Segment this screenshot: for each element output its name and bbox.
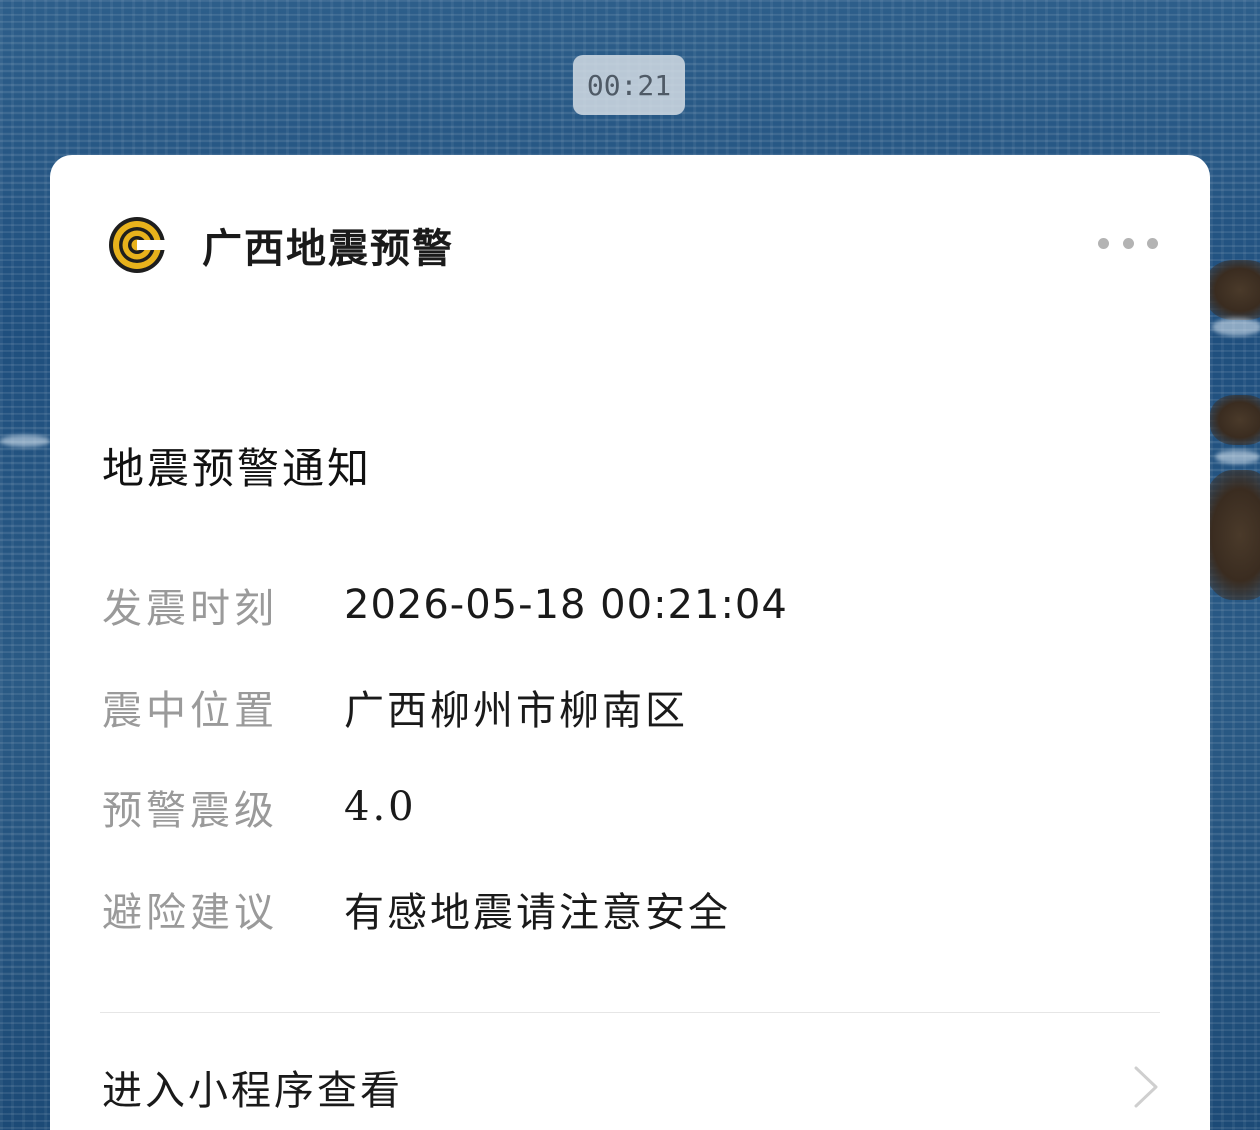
info-value: 有感地震请注意安全 (344, 890, 731, 936)
info-label: 预警震级 (102, 788, 278, 834)
more-dots-icon[interactable] (1098, 233, 1158, 253)
background-foam (0, 435, 50, 447)
card-divider (100, 1012, 1160, 1013)
chevron-right-icon (1134, 1066, 1158, 1108)
info-label: 发震时刻 (102, 586, 278, 632)
message-timestamp: 00:21 (573, 55, 685, 115)
more-dot (1098, 237, 1109, 249)
timestamp-text: 00:21 (586, 68, 672, 102)
notice-title: 地震预警通知 (102, 444, 373, 493)
notification-card[interactable]: 广西地震预警 地震预警通知 发震时刻 2026-05-18 00:21:04 震… (50, 155, 1210, 1130)
background-foam (1212, 318, 1260, 336)
info-value: 2026-05-18 00:21:04 (344, 582, 788, 628)
more-dot (1147, 237, 1158, 249)
open-mini-program-link[interactable]: 进入小程序查看 (102, 1057, 1160, 1117)
more-dot (1122, 237, 1134, 249)
info-row-location: 震中位置 广西柳州市柳南区 (102, 677, 688, 737)
info-row-time: 发震时刻 2026-05-18 00:21:04 (102, 575, 788, 635)
info-value: 广西柳州市柳南区 (344, 688, 688, 734)
info-row-advice: 避险建议 有感地震请注意安全 (102, 879, 731, 939)
account-name[interactable]: 广西地震预警 (202, 216, 454, 274)
card-header: 广西地震预警 (108, 215, 454, 275)
background-rock (1205, 260, 1260, 320)
info-value: 4.0 (344, 784, 417, 830)
info-label: 震中位置 (102, 688, 278, 734)
background-rock (1210, 395, 1260, 445)
earthquake-warning-logo-icon[interactable] (108, 216, 166, 274)
footer-link-label: 进入小程序查看 (102, 1068, 403, 1114)
info-label: 避险建议 (102, 890, 278, 936)
background-foam (1215, 450, 1260, 464)
info-row-magnitude: 预警震级 4.0 (102, 777, 417, 837)
